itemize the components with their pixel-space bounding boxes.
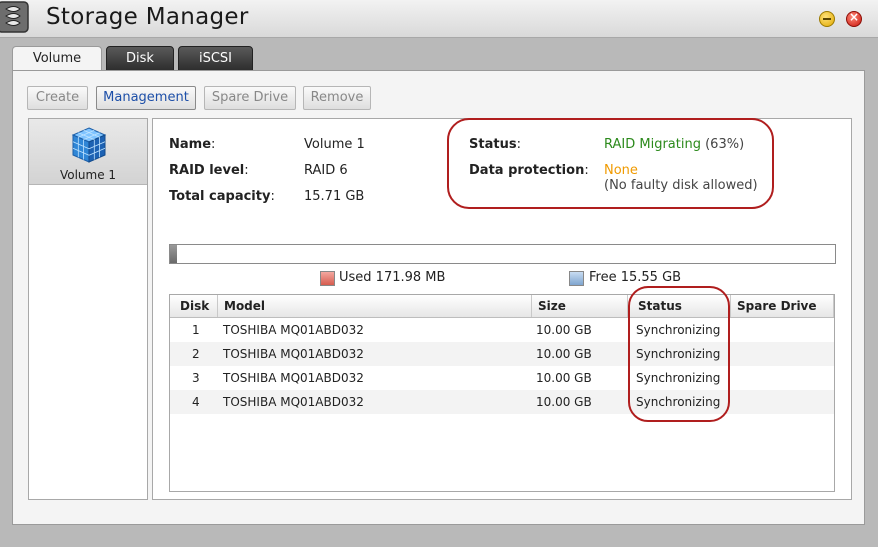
disk-number: 2 <box>192 347 200 361</box>
volume-details: Name: Volume 1 RAID level: RAID 6 Total … <box>152 118 852 500</box>
name-value: Volume 1 <box>304 137 365 152</box>
close-button[interactable]: × <box>846 10 862 27</box>
management-button[interactable]: Management <box>96 86 196 110</box>
column-header-spare-drive[interactable]: Spare Drive <box>731 295 834 317</box>
capacity-bar <box>169 244 836 264</box>
column-header-size[interactable]: Size <box>532 295 628 317</box>
disk-model: TOSHIBA MQ01ABD032 <box>223 395 364 409</box>
disk-model: TOSHIBA MQ01ABD032 <box>223 323 364 337</box>
volume-panel: Create Management Spare Drive Remove Vol… <box>12 70 865 525</box>
tab-iscsi[interactable]: iSCSI <box>178 46 253 72</box>
disk-model: TOSHIBA MQ01ABD032 <box>223 347 364 361</box>
table-row[interactable]: 4 TOSHIBA MQ01ABD032 10.00 GB Synchroniz… <box>170 390 834 414</box>
close-icon: × <box>848 10 860 24</box>
raid-level-value: RAID 6 <box>304 163 348 178</box>
used-legend-label: Used 171.98 MB <box>339 270 446 285</box>
remove-button[interactable]: Remove <box>303 86 371 110</box>
used-legend-swatch <box>320 271 335 286</box>
volume-list-item[interactable]: Volume 1 <box>29 119 147 185</box>
tab-disk[interactable]: Disk <box>106 46 174 72</box>
disk-size: 10.00 GB <box>536 371 592 385</box>
disk-size: 10.00 GB <box>536 347 592 361</box>
title-bar: Storage Manager × <box>0 0 878 38</box>
window-title: Storage Manager <box>46 4 249 30</box>
capacity-bar-used-fill <box>170 245 177 263</box>
disk-number: 3 <box>192 371 200 385</box>
free-legend-swatch <box>569 271 584 286</box>
column-header-model[interactable]: Model <box>218 295 532 317</box>
raid-level-label: RAID level: <box>169 163 249 178</box>
total-capacity-label: Total capacity: <box>169 189 275 204</box>
tab-strip: Volume Disk iSCSI <box>0 38 878 72</box>
create-button[interactable]: Create <box>27 86 88 110</box>
tab-volume[interactable]: Volume <box>12 46 102 72</box>
minimize-button[interactable] <box>819 11 835 27</box>
status-highlight-ring <box>447 118 774 209</box>
disk-table: Disk Model Size Status Spare Drive 1 TOS… <box>169 286 835 492</box>
storage-manager-app-icon <box>0 1 29 33</box>
spare-drive-button[interactable]: Spare Drive <box>204 86 296 110</box>
table-row[interactable]: 2 TOSHIBA MQ01ABD032 10.00 GB Synchroniz… <box>170 342 834 366</box>
disk-table-header: Disk Model Size Status Spare Drive <box>170 295 834 318</box>
disk-size: 10.00 GB <box>536 395 592 409</box>
disk-size: 10.00 GB <box>536 323 592 337</box>
free-legend-label: Free 15.55 GB <box>589 270 682 285</box>
disk-status-highlight-ring <box>628 286 730 422</box>
volume-list-item-label: Volume 1 <box>59 168 117 182</box>
column-header-disk[interactable]: Disk <box>170 295 218 317</box>
total-capacity-value: 15.71 GB <box>304 189 365 204</box>
table-row[interactable]: 3 TOSHIBA MQ01ABD032 10.00 GB Synchroniz… <box>170 366 834 390</box>
disk-number: 1 <box>192 323 200 337</box>
table-row[interactable]: 1 TOSHIBA MQ01ABD032 10.00 GB Synchroniz… <box>170 318 834 342</box>
disk-number: 4 <box>192 395 200 409</box>
disk-model: TOSHIBA MQ01ABD032 <box>223 371 364 385</box>
volume-list: Volume 1 <box>28 118 148 500</box>
name-label: Name: <box>169 137 216 152</box>
raid-volume-icon <box>71 127 107 163</box>
